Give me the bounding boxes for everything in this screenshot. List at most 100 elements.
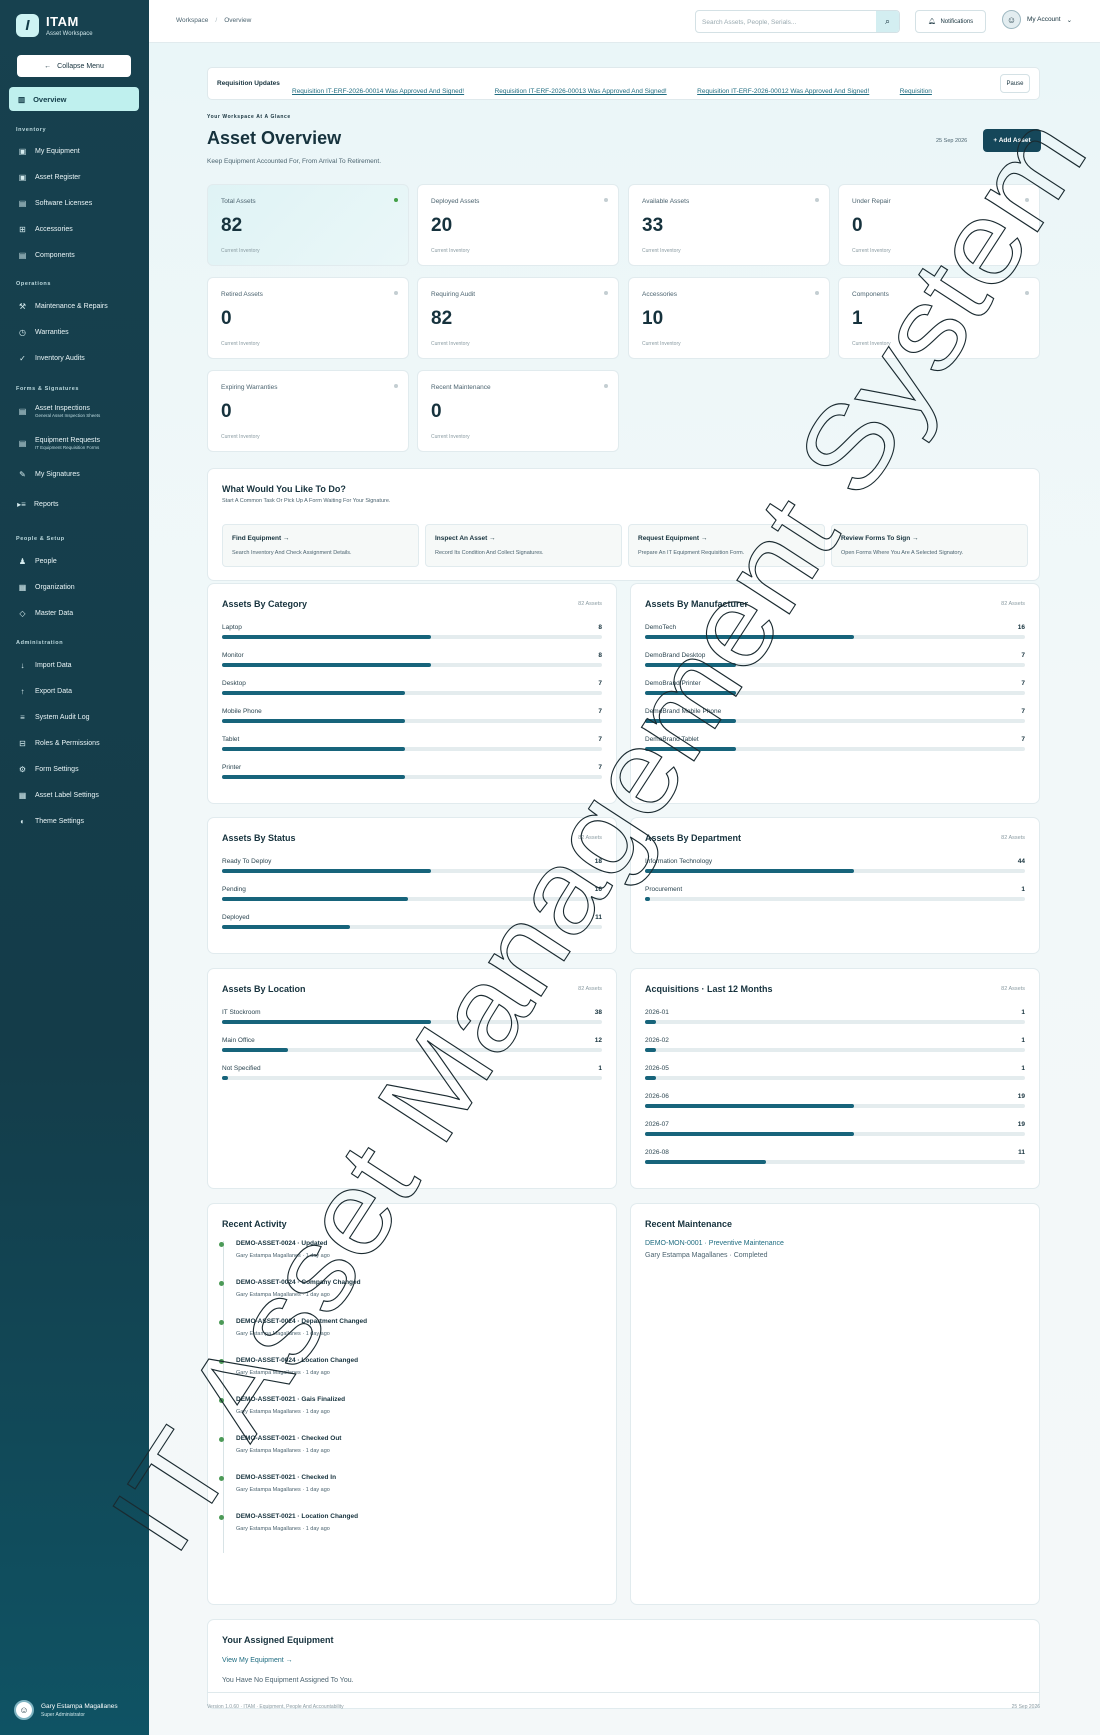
sidebar-item-my-equipment[interactable]: ▣ My Equipment (18, 147, 80, 156)
activity-item[interactable]: DEMO-ASSET-0021 · Checked In Gary Estampa… (219, 1474, 522, 1513)
sidebar-item-overview[interactable]: ▥ Overview (9, 87, 139, 111)
stat-card-deployed-assets[interactable]: Deployed Assets 20 Current Inventory (417, 184, 619, 266)
sidebar-item-maintenance[interactable]: ⚒ Maintenance & Repairs (18, 302, 108, 311)
sidebar-item-components[interactable]: ▤ Components (18, 251, 75, 260)
section-operations: Operations (16, 281, 52, 287)
breakdown-label: 2026-08 (645, 1149, 669, 1156)
shield-icon: ⊟ (19, 739, 26, 748)
breakdown-row[interactable]: IT Stockroom 38 (222, 1009, 602, 1031)
sidebar-item-form-settings[interactable]: ⚙ Form Settings (18, 765, 79, 774)
stat-card-accessories[interactable]: Accessories 10 Current Inventory (628, 277, 830, 359)
breakdown-row[interactable]: Tablet 7 (222, 736, 602, 758)
quick-action-request-equipment[interactable]: Request Equipment → Prepare An IT Equipm… (628, 524, 825, 567)
stat-card-expiring-warranties[interactable]: Expiring Warranties 0 Current Inventory (207, 370, 409, 452)
sidebar-item-reports[interactable]: ▸≡ Reports (17, 500, 58, 509)
sidebar-item-my-signatures[interactable]: ✎ My Signatures (18, 470, 80, 479)
search-button[interactable]: ⌕ (876, 11, 899, 32)
breakdown-row[interactable]: DemoBrand Desktop 7 (645, 652, 1025, 674)
breakdown-row[interactable]: DemoTech 16 (645, 624, 1025, 646)
brand[interactable]: I ITAM Asset Workspace (16, 14, 93, 37)
avatar: ☺ (14, 1700, 34, 1720)
breakdown-row[interactable]: Desktop 7 (222, 680, 602, 702)
breakdown-row[interactable]: Information Technology 44 (645, 858, 1025, 880)
breadcrumb-workspace[interactable]: Workspace (176, 17, 208, 24)
breakdown-row[interactable]: Not Specified 1 (222, 1065, 602, 1087)
sidebar-item-roles-permissions[interactable]: ⊟ Roles & Permissions (18, 739, 99, 748)
sidebar-item-asset-label-settings[interactable]: ▦ Asset Label Settings (18, 791, 99, 800)
sidebar-item-software-licenses[interactable]: ▤ Software Licenses (18, 199, 92, 208)
maintenance-record-link[interactable]: DEMO-MON-0001 · Preventive Maintenance (645, 1240, 784, 1247)
stat-card-total-assets[interactable]: Total Assets 82 Current Inventory (207, 184, 409, 266)
stat-card-recent-maintenance[interactable]: Recent Maintenance 0 Current Inventory (417, 370, 619, 452)
breakdown-row[interactable]: 2026-02 1 (645, 1037, 1025, 1059)
sidebar-item-system-audit-log[interactable]: ≡ System Audit Log (18, 713, 89, 722)
ticker-link[interactable]: Requisition IT-ERF-2026-00013 Was Approv… (495, 88, 667, 95)
activity-item[interactable]: DEMO-ASSET-0024 · Updated Gary Estampa Ma… (219, 1240, 522, 1279)
breakdown-row[interactable]: Main Office 12 (222, 1037, 602, 1059)
breakdown-row[interactable]: 2026-06 19 (645, 1093, 1025, 1115)
activity-item[interactable]: DEMO-ASSET-0021 · Gais Finalized Gary Est… (219, 1396, 522, 1435)
breakdown-row[interactable]: 2026-05 1 (645, 1065, 1025, 1087)
search-input[interactable] (696, 12, 876, 33)
sidebar-item-master-data[interactable]: ◇ Master Data (18, 609, 73, 618)
activity-item[interactable]: DEMO-ASSET-0021 · Location Changed Gary E… (219, 1513, 522, 1552)
breakdown-label: Mobile Phone (222, 708, 262, 715)
view-my-equipment-link[interactable]: View My Equipment → (222, 1657, 293, 1664)
ticker-link[interactable]: Requisition (900, 88, 932, 95)
breakdown-row[interactable]: DemoBrand Printer 7 (645, 680, 1025, 702)
breakdown-row[interactable]: Monitor 8 (222, 652, 602, 674)
breakdown-row[interactable]: Laptop 8 (222, 624, 602, 646)
collapse-menu-button[interactable]: ← Collapse Menu (17, 55, 131, 77)
add-asset-button[interactable]: + Add Asset (983, 129, 1041, 152)
breakdown-row[interactable]: Ready To Deploy 18 (222, 858, 602, 880)
breakdown-row[interactable]: Procurement 1 (645, 886, 1025, 908)
stat-card-components[interactable]: Components 1 Current Inventory (838, 277, 1040, 359)
sidebar-item-equipment-requests[interactable]: ▤ Equipment Requests IT Equipment Requisit… (18, 437, 100, 450)
sidebar-item-export-data[interactable]: ↑ Export Data (18, 687, 72, 696)
sidebar-item-organization[interactable]: ▦ Organization (18, 583, 75, 592)
empty-state-text: You Have No Equipment Assigned To You. (222, 1677, 354, 1684)
stat-card-requiring-audit[interactable]: Requiring Audit 82 Current Inventory (417, 277, 619, 359)
section-people: People & Setup (16, 536, 65, 542)
label-icon: ▦ (18, 791, 27, 800)
account-menu[interactable]: ☺ My Account ⌄ (1002, 10, 1072, 29)
quick-action-find-equipment[interactable]: Find Equipment → Search Inventory And Ch… (222, 524, 419, 567)
sidebar-item-people[interactable]: ♟ People (18, 557, 57, 566)
sidebar-item-theme-settings[interactable]: ◐ Theme Settings (18, 817, 84, 826)
breakdown-row[interactable]: DemoBrand Tablet 7 (645, 736, 1025, 758)
quick-action-inspect-asset[interactable]: Inspect An Asset → Record Its Condition … (425, 524, 622, 567)
status-dot (604, 198, 608, 202)
breakdown-bar-fill (645, 1160, 766, 1164)
breakdown-row[interactable]: 2026-08 11 (645, 1149, 1025, 1171)
sidebar-item-asset-register[interactable]: ▣ Asset Register (18, 173, 81, 182)
breakdown-row[interactable]: Pending 16 (222, 886, 602, 908)
stat-card-under-repair[interactable]: Under Repair 0 Current Inventory (838, 184, 1040, 266)
status-dot (815, 291, 819, 295)
stat-card-retired-assets[interactable]: Retired Assets 0 Current Inventory (207, 277, 409, 359)
sidebar-item-accessories[interactable]: ⊞ Accessories (18, 225, 73, 234)
stat-card-available-assets[interactable]: Available Assets 33 Current Inventory (628, 184, 830, 266)
breakdown-bar-fill (222, 1020, 431, 1024)
notifications-button[interactable]: 🔔︎ Notifications (915, 10, 986, 33)
breakdown-row[interactable]: Deployed 11 (222, 914, 602, 936)
breakdown-row[interactable]: 2026-01 1 (645, 1009, 1025, 1031)
sidebar-item-import-data[interactable]: ↓ Import Data (18, 661, 72, 670)
breakdown-value: 7 (598, 764, 602, 771)
sidebar-item-asset-inspections[interactable]: ▤ Asset Inspections General Asset Inspecti… (18, 405, 101, 418)
breakdown-row[interactable]: Printer 7 (222, 764, 602, 786)
activity-item[interactable]: DEMO-ASSET-0024 · Company Changed Gary Es… (219, 1279, 522, 1318)
breakdown-row[interactable]: Mobile Phone 7 (222, 708, 602, 730)
ticker-link[interactable]: Requisition IT-ERF-2026-00012 Was Approv… (697, 88, 869, 95)
ticker-link[interactable]: Requisition IT-ERF-2026-00014 Was Approv… (292, 88, 464, 95)
sidebar-user[interactable]: ☺ Gary Estampa Magallanes Super Administ… (14, 1700, 118, 1720)
activity-item[interactable]: DEMO-ASSET-0024 · Location Changed Gary E… (219, 1357, 522, 1396)
activity-item[interactable]: DEMO-ASSET-0024 · Department Changed Gary… (219, 1318, 522, 1357)
quick-action-review-forms[interactable]: Review Forms To Sign → Open Forms Where … (831, 524, 1028, 567)
activity-item[interactable]: DEMO-ASSET-0021 · Checked Out Gary Estamp… (219, 1435, 522, 1474)
sidebar-item-warranties[interactable]: ◷ Warranties (18, 328, 69, 337)
pause-button[interactable]: Pause (1000, 74, 1030, 93)
assets-by-manufacturer-panel: Assets By Manufacturer 82 Assets DemoTec… (630, 583, 1040, 804)
breakdown-row[interactable]: 2026-07 19 (645, 1121, 1025, 1143)
breakdown-row[interactable]: DemoBrand Mobile Phone 7 (645, 708, 1025, 730)
sidebar-item-inventory-audits[interactable]: ✓ Inventory Audits (18, 354, 85, 363)
